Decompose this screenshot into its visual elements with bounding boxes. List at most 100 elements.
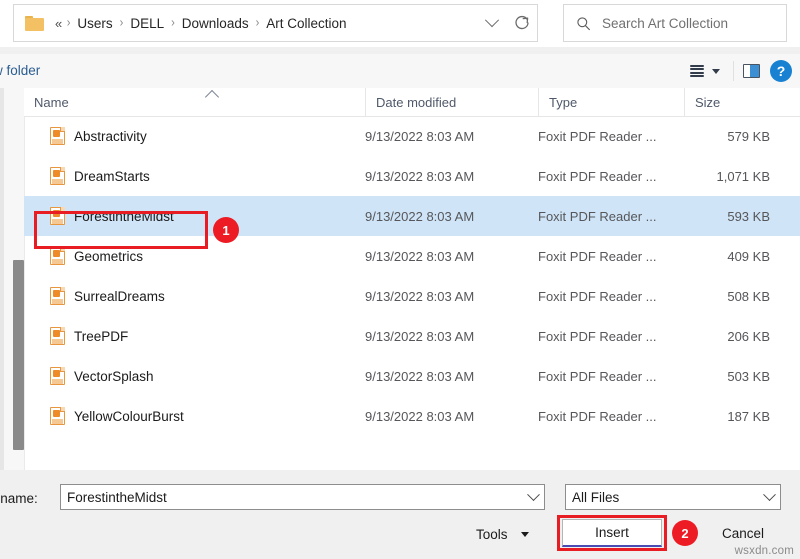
- breadcrumb-item-art-collection[interactable]: Art Collection: [262, 14, 350, 33]
- tools-button[interactable]: Tools: [476, 520, 529, 548]
- file-date-cell: 9/13/2022 8:03 AM: [365, 196, 474, 236]
- file-size-cell: 579 KB: [624, 116, 770, 156]
- file-name-cell: Abstractivity: [24, 116, 147, 156]
- refresh-button[interactable]: [507, 5, 537, 41]
- column-header-name-label: Name: [34, 95, 69, 110]
- table-row[interactable]: VectorSplash9/13/2022 8:03 AMFoxit PDF R…: [24, 356, 800, 396]
- pdf-file-icon: [50, 287, 65, 305]
- file-date-cell: 9/13/2022 8:03 AM: [365, 276, 474, 316]
- pdf-file-icon: [50, 327, 65, 345]
- table-row[interactable]: SurrealDreams9/13/2022 8:03 AMFoxit PDF …: [24, 276, 800, 316]
- panel-edge: [0, 88, 4, 470]
- file-name-text: Abstractivity: [74, 129, 147, 144]
- file-size-cell: 409 KB: [624, 236, 770, 276]
- toolbar-divider: [733, 61, 734, 81]
- column-header-name[interactable]: Name: [24, 88, 365, 116]
- file-name-cell: VectorSplash: [24, 356, 154, 396]
- breadcrumb-item-dell[interactable]: DELL: [126, 14, 168, 33]
- table-row[interactable]: Abstractivity9/13/2022 8:03 AMFoxit PDF …: [24, 116, 800, 156]
- scrollbar-thumb[interactable]: [13, 260, 24, 450]
- file-name-text: VectorSplash: [74, 369, 154, 384]
- breadcrumb-item-downloads[interactable]: Downloads: [178, 14, 253, 33]
- column-header-type[interactable]: Type: [538, 88, 684, 116]
- refresh-icon: [514, 15, 530, 31]
- file-name-cell: SurrealDreams: [24, 276, 165, 316]
- file-name-text: ForestintheMidst: [74, 209, 174, 224]
- tools-button-label: Tools: [476, 527, 508, 542]
- caret-down-icon: [712, 69, 720, 74]
- address-bar[interactable]: « › Users › DELL › Downloads › Art Colle…: [13, 4, 538, 42]
- file-size-cell: 593 KB: [624, 196, 770, 236]
- pdf-file-icon: [50, 367, 65, 385]
- breadcrumb-separator: ›: [64, 16, 74, 30]
- file-date-cell: 9/13/2022 8:03 AM: [365, 156, 474, 196]
- file-date-cell: 9/13/2022 8:03 AM: [365, 316, 474, 356]
- file-size-cell: 503 KB: [624, 356, 770, 396]
- file-list-region: Name Date modified Type Size Abstractivi…: [0, 88, 800, 470]
- table-row[interactable]: ForestintheMidst9/13/2022 8:03 AMFoxit P…: [24, 196, 800, 236]
- table-row[interactable]: Geometrics9/13/2022 8:03 AMFoxit PDF Rea…: [24, 236, 800, 276]
- file-name-text: DreamStarts: [74, 169, 150, 184]
- vertical-scrollbar[interactable]: [6, 88, 20, 470]
- file-name-cell: DreamStarts: [24, 156, 150, 196]
- pdf-file-icon: [50, 247, 65, 265]
- pdf-file-icon: [50, 167, 65, 185]
- breadcrumb-separator: ›: [253, 16, 263, 30]
- dialog-top-bar: « › Users › DELL › Downloads › Art Colle…: [0, 0, 800, 47]
- column-header-date-label: Date modified: [376, 95, 456, 110]
- column-header-row: Name Date modified Type Size: [24, 88, 800, 117]
- cancel-button[interactable]: Cancel: [700, 519, 786, 547]
- search-placeholder: Search Art Collection: [602, 16, 728, 31]
- pdf-file-icon: [50, 127, 65, 145]
- insert-button[interactable]: Insert: [562, 519, 662, 547]
- column-header-size[interactable]: Size: [684, 88, 800, 116]
- view-options-button[interactable]: [684, 58, 724, 84]
- file-date-cell: 9/13/2022 8:03 AM: [365, 356, 474, 396]
- table-row[interactable]: TreePDF9/13/2022 8:03 AMFoxit PDF Reader…: [24, 316, 800, 356]
- file-name-text: TreePDF: [74, 329, 128, 344]
- column-header-date-modified[interactable]: Date modified: [365, 88, 538, 116]
- file-name-text: YellowColourBurst: [74, 409, 184, 424]
- file-name-input[interactable]: ForestintheMidst: [60, 484, 545, 510]
- file-size-cell: 1,071 KB: [624, 156, 770, 196]
- caret-down-icon: [521, 532, 529, 537]
- chevron-down-icon: [763, 488, 776, 501]
- file-name-label: le name:: [0, 491, 38, 506]
- address-dropdown-button[interactable]: [477, 5, 507, 41]
- new-folder-button[interactable]: w folder: [0, 63, 40, 78]
- breadcrumb-item-users[interactable]: Users: [73, 14, 116, 33]
- search-icon: [576, 16, 591, 31]
- pdf-file-icon: [50, 207, 65, 225]
- preview-pane-button[interactable]: [743, 64, 760, 78]
- file-date-cell: 9/13/2022 8:03 AM: [365, 396, 474, 436]
- breadcrumb-overflow[interactable]: «: [53, 16, 64, 31]
- watermark: wsxdn.com: [735, 545, 794, 557]
- column-header-type-label: Type: [549, 95, 577, 110]
- file-type-filter-dropdown-button[interactable]: [758, 485, 780, 509]
- breadcrumb-separator: ›: [117, 16, 127, 30]
- file-type-filter-select[interactable]: All Files: [565, 484, 781, 510]
- file-size-cell: 508 KB: [624, 276, 770, 316]
- file-name-text: Geometrics: [74, 249, 143, 264]
- command-bar-right-group: ?: [684, 54, 792, 88]
- annotation-badge-2: 2: [672, 520, 698, 546]
- file-name-dropdown-button[interactable]: [522, 485, 544, 509]
- search-input[interactable]: Search Art Collection: [563, 4, 787, 42]
- pdf-file-icon: [50, 407, 65, 425]
- file-size-cell: 187 KB: [624, 396, 770, 436]
- file-name-text: SurrealDreams: [74, 289, 165, 304]
- file-date-cell: 9/13/2022 8:03 AM: [365, 236, 474, 276]
- file-name-value: ForestintheMidst: [61, 490, 522, 505]
- command-bar: w folder ?: [0, 54, 800, 89]
- table-row[interactable]: YellowColourBurst9/13/2022 8:03 AMFoxit …: [24, 396, 800, 436]
- column-header-size-label: Size: [695, 95, 720, 110]
- list-view-icon: [690, 65, 704, 77]
- annotation-badge-1: 1: [213, 217, 239, 243]
- breadcrumb: « › Users › DELL › Downloads › Art Colle…: [53, 14, 477, 33]
- sort-ascending-icon: [205, 90, 219, 104]
- help-button[interactable]: ?: [770, 60, 792, 82]
- table-row[interactable]: DreamStarts9/13/2022 8:03 AMFoxit PDF Re…: [24, 156, 800, 196]
- file-list: Abstractivity9/13/2022 8:03 AMFoxit PDF …: [24, 116, 800, 470]
- file-size-cell: 206 KB: [624, 316, 770, 356]
- preview-pane-icon: [743, 64, 760, 78]
